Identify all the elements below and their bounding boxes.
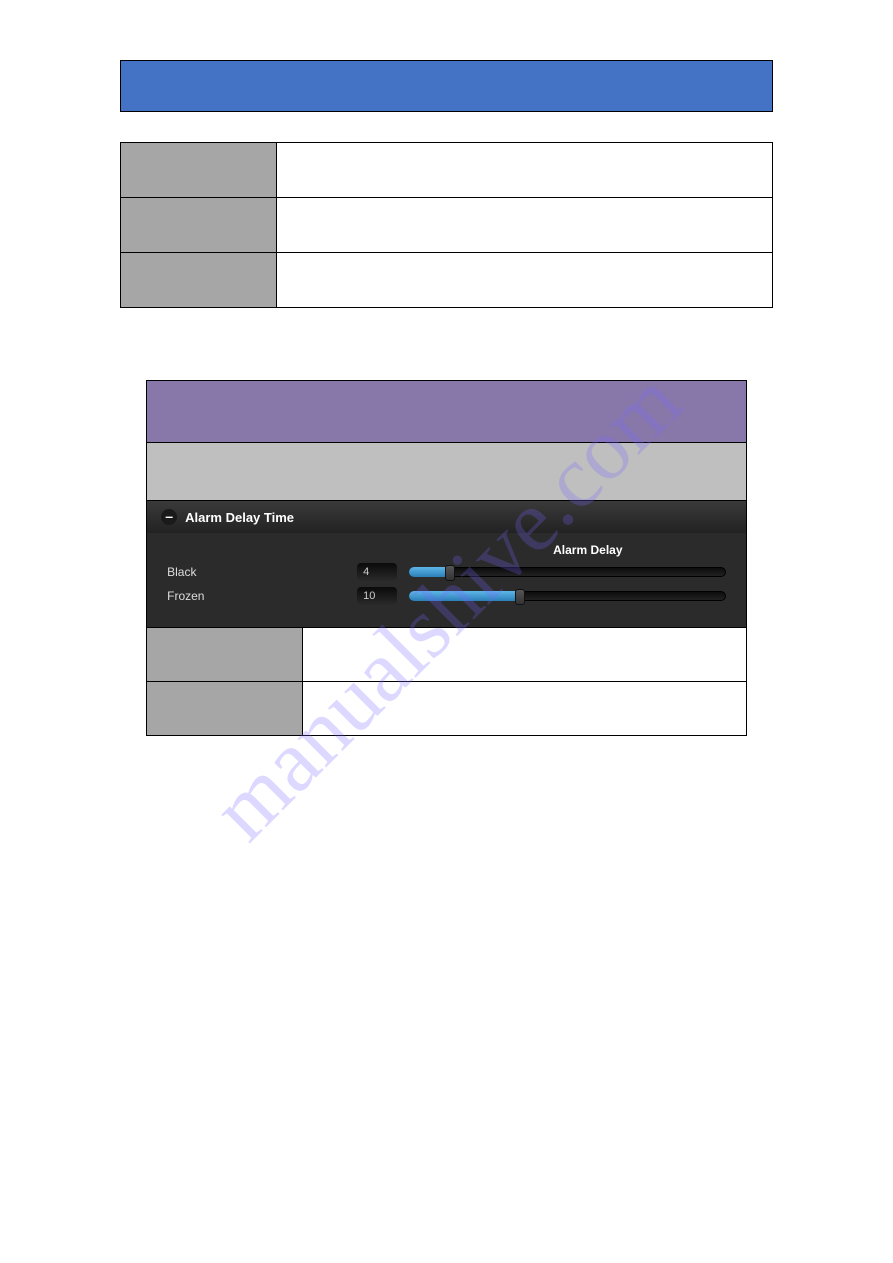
collapse-icon[interactable]: – bbox=[161, 509, 177, 525]
label-cell bbox=[147, 682, 303, 736]
table-row bbox=[121, 198, 773, 253]
label-cell bbox=[147, 628, 303, 682]
row-value: 10 bbox=[357, 587, 397, 605]
section-header-purple bbox=[147, 381, 747, 443]
value-cell bbox=[277, 253, 773, 308]
row-label: Frozen bbox=[167, 589, 357, 603]
definition-table-1 bbox=[120, 142, 773, 308]
table-row bbox=[121, 143, 773, 198]
panel-title: Alarm Delay Time bbox=[185, 510, 294, 525]
value-cell bbox=[303, 628, 747, 682]
column-header: Alarm Delay bbox=[553, 537, 726, 563]
table-row bbox=[121, 253, 773, 308]
row-label: Black bbox=[167, 565, 357, 579]
label-cell bbox=[121, 253, 277, 308]
value-cell bbox=[277, 198, 773, 253]
alarm-delay-panel: – Alarm Delay Time Alarm Delay Black 4 bbox=[147, 501, 746, 627]
value-cell bbox=[303, 682, 747, 736]
slider-row-frozen: Frozen 10 bbox=[167, 587, 726, 605]
table-row bbox=[147, 682, 747, 736]
label-cell bbox=[121, 143, 277, 198]
value-cell bbox=[277, 143, 773, 198]
row-value: 4 bbox=[357, 563, 397, 581]
table-row bbox=[147, 628, 747, 682]
section-subheader bbox=[147, 443, 747, 501]
section-table-2: – Alarm Delay Time Alarm Delay Black 4 bbox=[146, 380, 747, 736]
panel-header[interactable]: – Alarm Delay Time bbox=[147, 501, 746, 533]
label-cell bbox=[121, 198, 277, 253]
slider-row-black: Black 4 bbox=[167, 563, 726, 581]
section-bar-blue bbox=[120, 60, 773, 112]
alarm-delay-slider-black[interactable] bbox=[409, 563, 726, 581]
alarm-delay-slider-frozen[interactable] bbox=[409, 587, 726, 605]
